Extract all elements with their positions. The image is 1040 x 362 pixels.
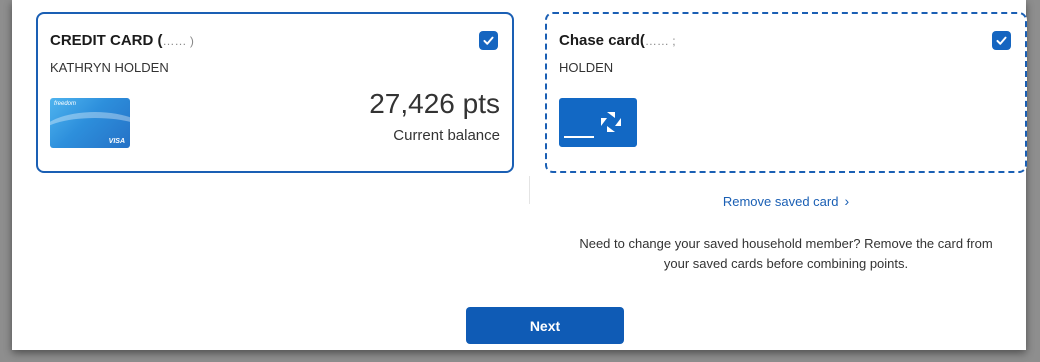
card-title-text: Chase card( [559, 32, 645, 49]
chase-logo-icon [601, 112, 621, 132]
card-checkbox[interactable] [479, 31, 498, 50]
remove-saved-card-link[interactable]: Remove saved card › [545, 193, 1027, 209]
card-title: Chase card(…… ; [559, 32, 676, 49]
card-checkbox[interactable] [992, 31, 1011, 50]
card-holder-name: HOLDEN [559, 60, 614, 75]
household-member-note: Need to change your saved household memb… [545, 234, 1027, 274]
points-balance: 27,426 pts [369, 88, 500, 119]
chevron-right-icon: › [844, 193, 850, 209]
card-title-text: CREDIT CARD ( [50, 32, 163, 49]
card-title: CREDIT CARD (…… ) [50, 32, 194, 49]
remove-link-label: Remove saved card [722, 194, 839, 209]
checkmark-icon [483, 36, 494, 45]
chase-card-image [559, 98, 637, 147]
column-divider [529, 176, 530, 204]
visa-logo: VISA [108, 138, 125, 145]
balance-label: Current balance [393, 127, 500, 144]
credit-card-option[interactable]: CREDIT CARD (…… ) KATHRYN HOLDEN freedom… [36, 12, 514, 173]
note-line: your saved cards before combining points… [663, 256, 909, 271]
checkmark-icon [996, 36, 1007, 45]
freedom-card-image: freedom VISA [50, 98, 130, 148]
combine-points-panel: CREDIT CARD (…… ) KATHRYN HOLDEN freedom… [12, 0, 1027, 350]
card-brand-text: freedom [54, 101, 77, 107]
note-line: Need to change your saved household memb… [579, 236, 993, 251]
chase-card-option[interactable]: Chase card(…… ; HOLDEN [545, 12, 1027, 173]
card-number-masked: …… ) [162, 34, 194, 48]
next-button[interactable]: Next [466, 307, 624, 344]
card-number-masked: …… ; [644, 34, 676, 48]
card-holder-name: KATHRYN HOLDEN [50, 60, 169, 75]
